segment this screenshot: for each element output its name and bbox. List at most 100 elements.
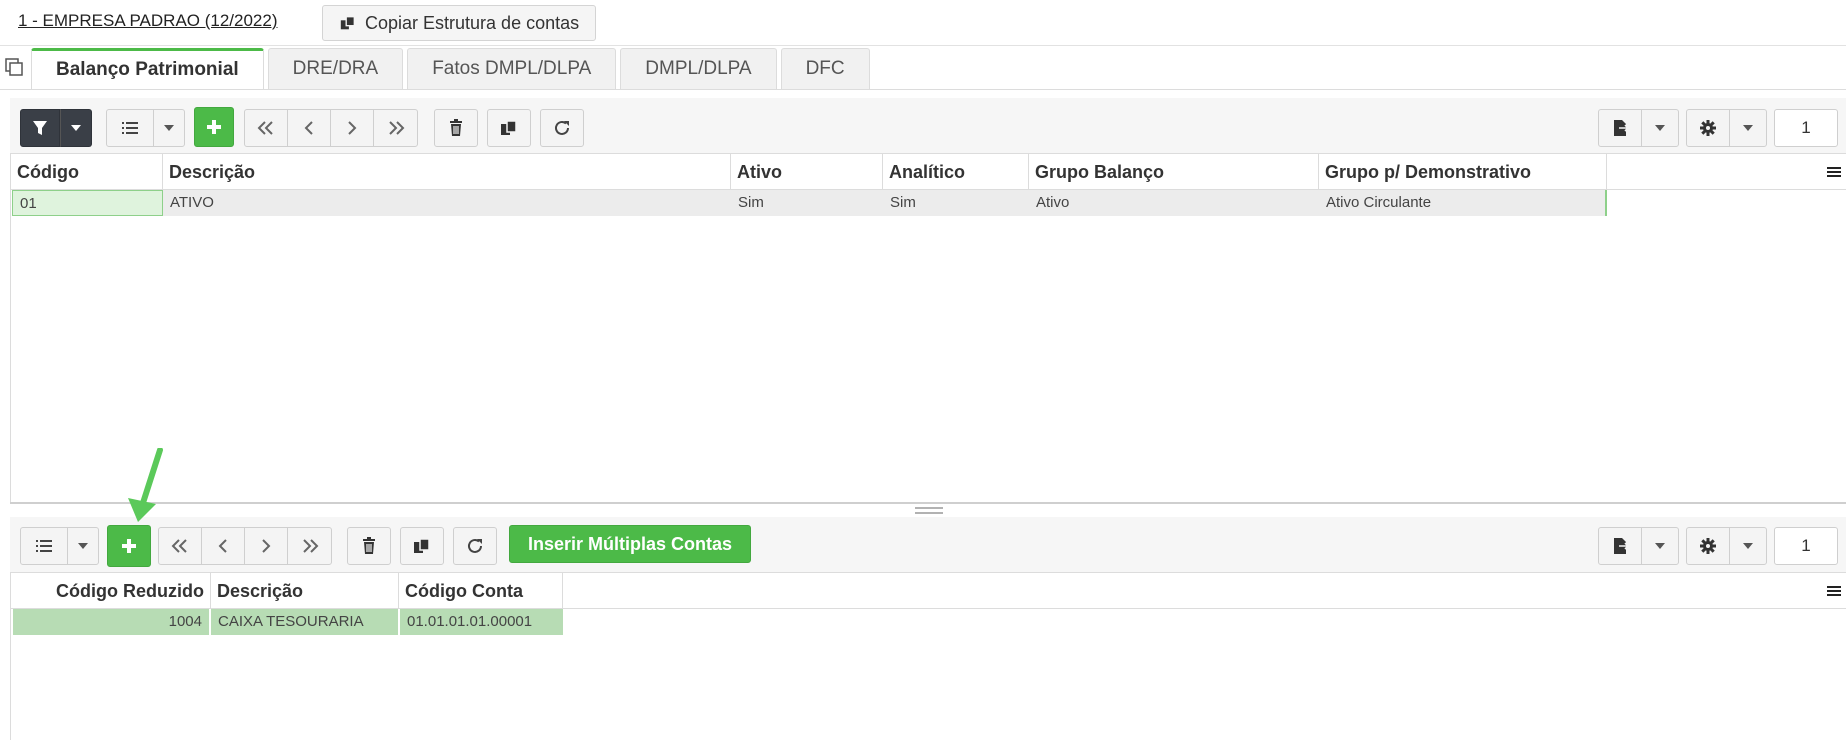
delete-button[interactable] <box>347 527 391 565</box>
chevron-left-icon <box>218 539 227 553</box>
insert-multiple-accounts-button[interactable]: Inserir Múltiplas Contas <box>509 525 752 563</box>
chevron-down-icon <box>71 125 81 131</box>
column-menu-icon[interactable] <box>1824 581 1844 601</box>
chevron-right-icon <box>262 539 271 553</box>
filter-button[interactable] <box>20 109 60 147</box>
delete-button[interactable] <box>434 109 478 147</box>
cell-codigo-conta[interactable]: 01.01.01.01.00001 <box>400 609 563 635</box>
first-record-button[interactable] <box>244 109 288 147</box>
cell-grupo-demonstrativo[interactable]: Ativo Circulante <box>1319 190 1607 216</box>
page-number[interactable]: 1 <box>1774 109 1838 147</box>
refresh-icon <box>555 120 569 135</box>
cell-grupo-balanco[interactable]: Ativo <box>1029 190 1319 216</box>
add-account-button[interactable] <box>107 525 151 567</box>
previous-record-button[interactable] <box>201 527 245 565</box>
windows-icon[interactable] <box>4 57 24 77</box>
col-codigo-reduzido[interactable]: Código Reduzido <box>11 573 211 609</box>
first-record-button[interactable] <box>158 527 202 565</box>
double-chevron-right-icon <box>302 539 318 553</box>
export-file-icon <box>1614 120 1630 136</box>
double-chevron-left-icon <box>171 539 187 553</box>
chevron-down-icon <box>1743 125 1753 131</box>
col-descricao[interactable]: Descrição <box>211 573 399 609</box>
list-view-button[interactable] <box>20 527 68 565</box>
gear-icon <box>1700 120 1716 136</box>
top-toolbar: 1 <box>10 98 1846 158</box>
tab-dre-dra[interactable]: DRE/DRA <box>267 48 404 89</box>
copy-icon <box>501 120 517 135</box>
export-button[interactable] <box>1598 527 1642 565</box>
last-record-button[interactable] <box>373 109 418 147</box>
sub-accounts-grid: Código Reduzido Descrição Código Conta 1… <box>10 572 1846 740</box>
table-row[interactable]: 01 ATIVO Sim Sim Ativo Ativo Circulante <box>11 190 1846 217</box>
export-button[interactable] <box>1598 109 1642 147</box>
col-codigo-conta[interactable]: Código Conta <box>399 573 563 609</box>
cell-descricao[interactable]: CAIXA TESOURARIA <box>211 609 398 635</box>
filter-icon <box>33 121 47 135</box>
tab-dmpl-dlpa[interactable]: DMPL/DLPA <box>620 48 777 89</box>
next-record-button[interactable] <box>244 527 288 565</box>
settings-dropdown-button[interactable] <box>1729 109 1767 147</box>
cell-codigo[interactable]: 01 <box>12 190 163 216</box>
refresh-button[interactable] <box>540 109 584 147</box>
plus-icon <box>122 539 136 553</box>
list-view-dropdown-button[interactable] <box>67 527 99 565</box>
page-header: 1 - EMPRESA PADRAO (12/2022) Copiar Estr… <box>0 0 1846 46</box>
col-ativo[interactable]: Ativo <box>731 154 883 190</box>
tab-fatos-dmpl-dlpa[interactable]: Fatos DMPL/DLPA <box>407 48 617 89</box>
list-view-button[interactable] <box>106 109 154 147</box>
company-link[interactable]: 1 - EMPRESA PADRAO (12/2022) <box>18 11 278 31</box>
cell-codigo-reduzido[interactable]: 1004 <box>13 609 209 635</box>
refresh-button[interactable] <box>453 527 497 565</box>
settings-button[interactable] <box>1686 527 1730 565</box>
col-analitico[interactable]: Analítico <box>883 154 1029 190</box>
tab-dfc[interactable]: DFC <box>780 48 870 89</box>
report-tabs: Balanço Patrimonial DRE/DRA Fatos DMPL/D… <box>31 48 870 89</box>
plus-icon <box>207 120 221 134</box>
cell-analitico[interactable]: Sim <box>883 190 1029 216</box>
duplicate-button[interactable] <box>487 109 531 147</box>
next-record-button[interactable] <box>330 109 374 147</box>
grid-header: Código Reduzido Descrição Código Conta <box>11 572 1846 609</box>
gear-icon <box>1700 538 1716 554</box>
copy-structure-label: Copiar Estrutura de contas <box>365 12 580 33</box>
last-record-button[interactable] <box>287 527 332 565</box>
list-icon <box>122 122 138 134</box>
chevron-right-icon <box>348 121 357 135</box>
annotation-arrow-icon <box>128 448 163 522</box>
copy-structure-button[interactable]: Copiar Estrutura de contas <box>322 5 597 41</box>
cell-ativo[interactable]: Sim <box>731 190 883 216</box>
column-menu-icon[interactable] <box>1824 162 1844 182</box>
double-chevron-right-icon <box>388 121 404 135</box>
splitter-handle-icon[interactable] <box>915 506 943 516</box>
chevron-down-icon <box>1655 543 1665 549</box>
export-dropdown-button[interactable] <box>1641 109 1679 147</box>
filter-dropdown-button[interactable] <box>60 109 92 147</box>
chevron-down-icon <box>1743 543 1753 549</box>
copy-accounts-icon <box>340 16 355 30</box>
list-view-dropdown-button[interactable] <box>153 109 185 147</box>
bottom-toolbar: Inserir Múltiplas Contas 1 <box>10 517 1846 577</box>
add-button[interactable] <box>194 107 234 147</box>
settings-dropdown-button[interactable] <box>1729 527 1767 565</box>
col-grupo-demonstrativo[interactable]: Grupo p/ Demonstrativo <box>1319 154 1607 190</box>
duplicate-button[interactable] <box>400 527 444 565</box>
trash-icon <box>450 119 462 136</box>
col-codigo[interactable]: Código <box>11 154 163 190</box>
page-number[interactable]: 1 <box>1774 527 1838 565</box>
cell-descricao[interactable]: ATIVO <box>163 190 731 216</box>
chevron-down-icon <box>78 543 88 549</box>
table-row[interactable]: 1004 CAIXA TESOURARIA 01.01.01.01.00001 <box>11 609 1846 636</box>
export-dropdown-button[interactable] <box>1641 527 1679 565</box>
chevron-down-icon <box>164 125 174 131</box>
export-file-icon <box>1614 538 1630 554</box>
col-descricao[interactable]: Descrição <box>163 154 731 190</box>
settings-button[interactable] <box>1686 109 1730 147</box>
list-icon <box>36 540 52 552</box>
tab-divider <box>0 89 1846 90</box>
col-grupo-balanco[interactable]: Grupo Balanço <box>1029 154 1319 190</box>
tab-balanco-patrimonial[interactable]: Balanço Patrimonial <box>31 48 264 89</box>
accounts-grid: Código Descrição Ativo Analítico Grupo B… <box>10 153 1846 502</box>
double-chevron-left-icon <box>257 121 273 135</box>
previous-record-button[interactable] <box>287 109 331 147</box>
